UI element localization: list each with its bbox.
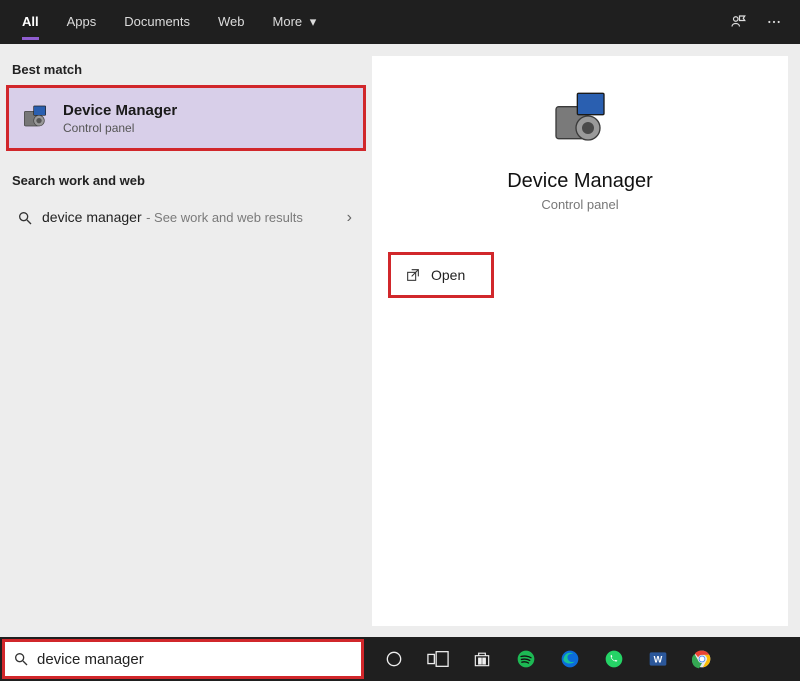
web-result-query: device manager xyxy=(42,209,142,225)
device-manager-icon xyxy=(19,102,51,134)
tab-web[interactable]: Web xyxy=(204,0,259,44)
preview-app-icon xyxy=(548,88,612,152)
chevron-right-icon[interactable]: › xyxy=(341,209,358,227)
best-match-subtitle: Control panel xyxy=(63,121,177,135)
more-options-icon[interactable] xyxy=(756,0,792,44)
results-column: Best match Device Manager Control panel … xyxy=(0,44,372,637)
chevron-down-icon: ▾ xyxy=(310,14,317,29)
edge-icon[interactable] xyxy=(548,637,592,681)
search-results-panel: Best match Device Manager Control panel … xyxy=(0,44,800,637)
preview-subtitle: Control panel xyxy=(388,197,772,212)
search-box-highlight xyxy=(2,639,364,679)
open-highlight: Open xyxy=(388,252,494,298)
web-result-tail: - See work and web results xyxy=(146,210,303,225)
open-button[interactable]: Open xyxy=(405,267,465,283)
tab-apps[interactable]: Apps xyxy=(53,0,111,44)
best-match-heading: Best match xyxy=(0,56,372,83)
spotify-icon[interactable] xyxy=(504,637,548,681)
microsoft-store-icon[interactable] xyxy=(460,637,504,681)
task-view-icon[interactable] xyxy=(416,637,460,681)
feedback-icon[interactable] xyxy=(720,0,756,44)
web-result-item[interactable]: device manager - See work and web result… xyxy=(0,194,372,242)
whatsapp-icon[interactable] xyxy=(592,637,636,681)
preview-column: Device Manager Control panel Open xyxy=(372,44,800,637)
search-web-heading: Search work and web xyxy=(0,167,372,194)
best-match-text: Device Manager Control panel xyxy=(63,102,177,135)
cortana-icon[interactable] xyxy=(372,637,416,681)
open-external-icon xyxy=(405,267,421,283)
open-label: Open xyxy=(431,267,465,283)
search-icon xyxy=(5,651,37,667)
filter-tabs: All Apps Documents Web More ▾ xyxy=(8,0,330,44)
taskbar: W xyxy=(0,637,800,681)
chrome-icon[interactable] xyxy=(680,637,724,681)
web-result-text: device manager - See work and web result… xyxy=(42,209,341,227)
tab-more-label: More xyxy=(273,14,303,29)
preview-panel: Device Manager Control panel Open xyxy=(372,56,788,626)
search-icon xyxy=(14,210,36,226)
search-input[interactable] xyxy=(37,642,361,676)
top-nav-bar: All Apps Documents Web More ▾ xyxy=(0,0,800,44)
word-icon[interactable]: W xyxy=(636,637,680,681)
best-match-highlight: Device Manager Control panel xyxy=(6,85,366,151)
tab-all[interactable]: All xyxy=(8,0,53,44)
best-match-item[interactable]: Device Manager Control panel xyxy=(9,88,363,148)
svg-text:W: W xyxy=(654,654,663,664)
preview-title: Device Manager xyxy=(388,170,772,193)
taskbar-icons: W xyxy=(372,637,724,681)
tab-documents[interactable]: Documents xyxy=(110,0,204,44)
tab-more[interactable]: More ▾ xyxy=(259,0,331,44)
best-match-title: Device Manager xyxy=(63,102,177,119)
